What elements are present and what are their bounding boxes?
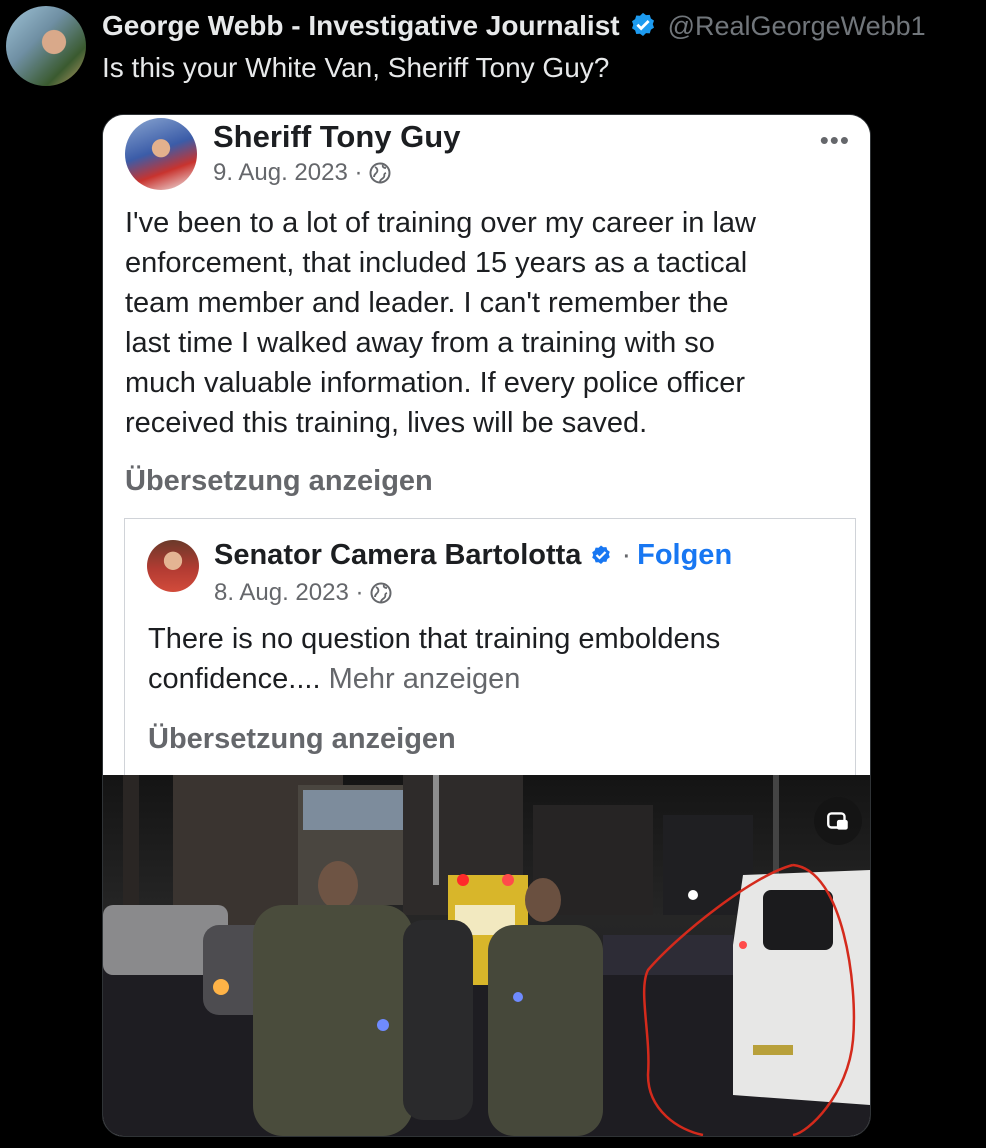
tweet-avatar[interactable] xyxy=(6,6,86,86)
post-meta: 9. Aug. 2023 · xyxy=(213,159,392,187)
picture-in-picture-icon[interactable] xyxy=(814,797,862,845)
see-more-link: Mehr anzeigen xyxy=(328,663,521,695)
post-body-line: much valuable information. If every poli… xyxy=(125,367,746,399)
tweet-header: George Webb - Investigative Journalist @… xyxy=(102,6,926,46)
post-body-line: I've been to a lot of training over my c… xyxy=(125,207,756,239)
shared-body-line: There is no question that training embol… xyxy=(148,623,721,655)
senator-avatar xyxy=(147,540,199,592)
shared-post-body: There is no question that training embol… xyxy=(148,619,828,699)
shared-post: Senator Camera Bartolotta · Folgen 8. Au… xyxy=(124,518,856,779)
follow-link: Folgen xyxy=(637,539,733,571)
globe-icon xyxy=(370,582,392,604)
media-card[interactable]: Sheriff Tony Guy 9. Aug. 2023 · ••• I've… xyxy=(102,114,871,1137)
shared-author-name: Senator Camera Bartolotta xyxy=(214,539,582,571)
facebook-post-screenshot: Sheriff Tony Guy 9. Aug. 2023 · ••• I've… xyxy=(103,115,870,779)
translate-link: Übersetzung anzeigen xyxy=(125,465,433,497)
shared-post-author: Senator Camera Bartolotta · Folgen xyxy=(214,539,732,572)
shared-translate-link: Übersetzung anzeigen xyxy=(148,723,456,755)
tweet-text: Is this your White Van, Sheriff Tony Guy… xyxy=(102,52,610,83)
shared-post-meta: 8. Aug. 2023 · xyxy=(214,579,393,607)
shared-body-text: confidence.... xyxy=(148,663,321,695)
post-body-line: enforcement, that included 15 years as a… xyxy=(125,247,748,279)
shared-body-line: confidence.... Mehr anzeigen xyxy=(148,659,828,699)
post-author: Sheriff Tony Guy xyxy=(213,119,461,154)
author-handle[interactable]: @RealGeorgeWebb1 xyxy=(668,11,926,42)
sheriff-avatar xyxy=(125,118,197,190)
globe-icon xyxy=(369,162,391,184)
author-name[interactable]: George Webb - Investigative Journalist xyxy=(102,10,620,42)
verified-badge-icon xyxy=(592,545,611,564)
post-body-line: last time I walked away from a training … xyxy=(125,327,715,359)
video-frame xyxy=(103,775,870,1136)
shared-post-date: 8. Aug. 2023 · xyxy=(214,579,364,606)
post-date: 9. Aug. 2023 · xyxy=(213,159,363,186)
more-options-icon: ••• xyxy=(819,125,850,155)
verified-badge-icon xyxy=(631,12,654,36)
night-street-scene xyxy=(103,775,870,1136)
separator-dot: · xyxy=(621,539,632,571)
post-body: I've been to a lot of training over my c… xyxy=(125,203,845,443)
post-body-line: received this training, lives will be sa… xyxy=(125,407,648,439)
post-body-line: team member and leader. I can't remember… xyxy=(125,287,729,319)
